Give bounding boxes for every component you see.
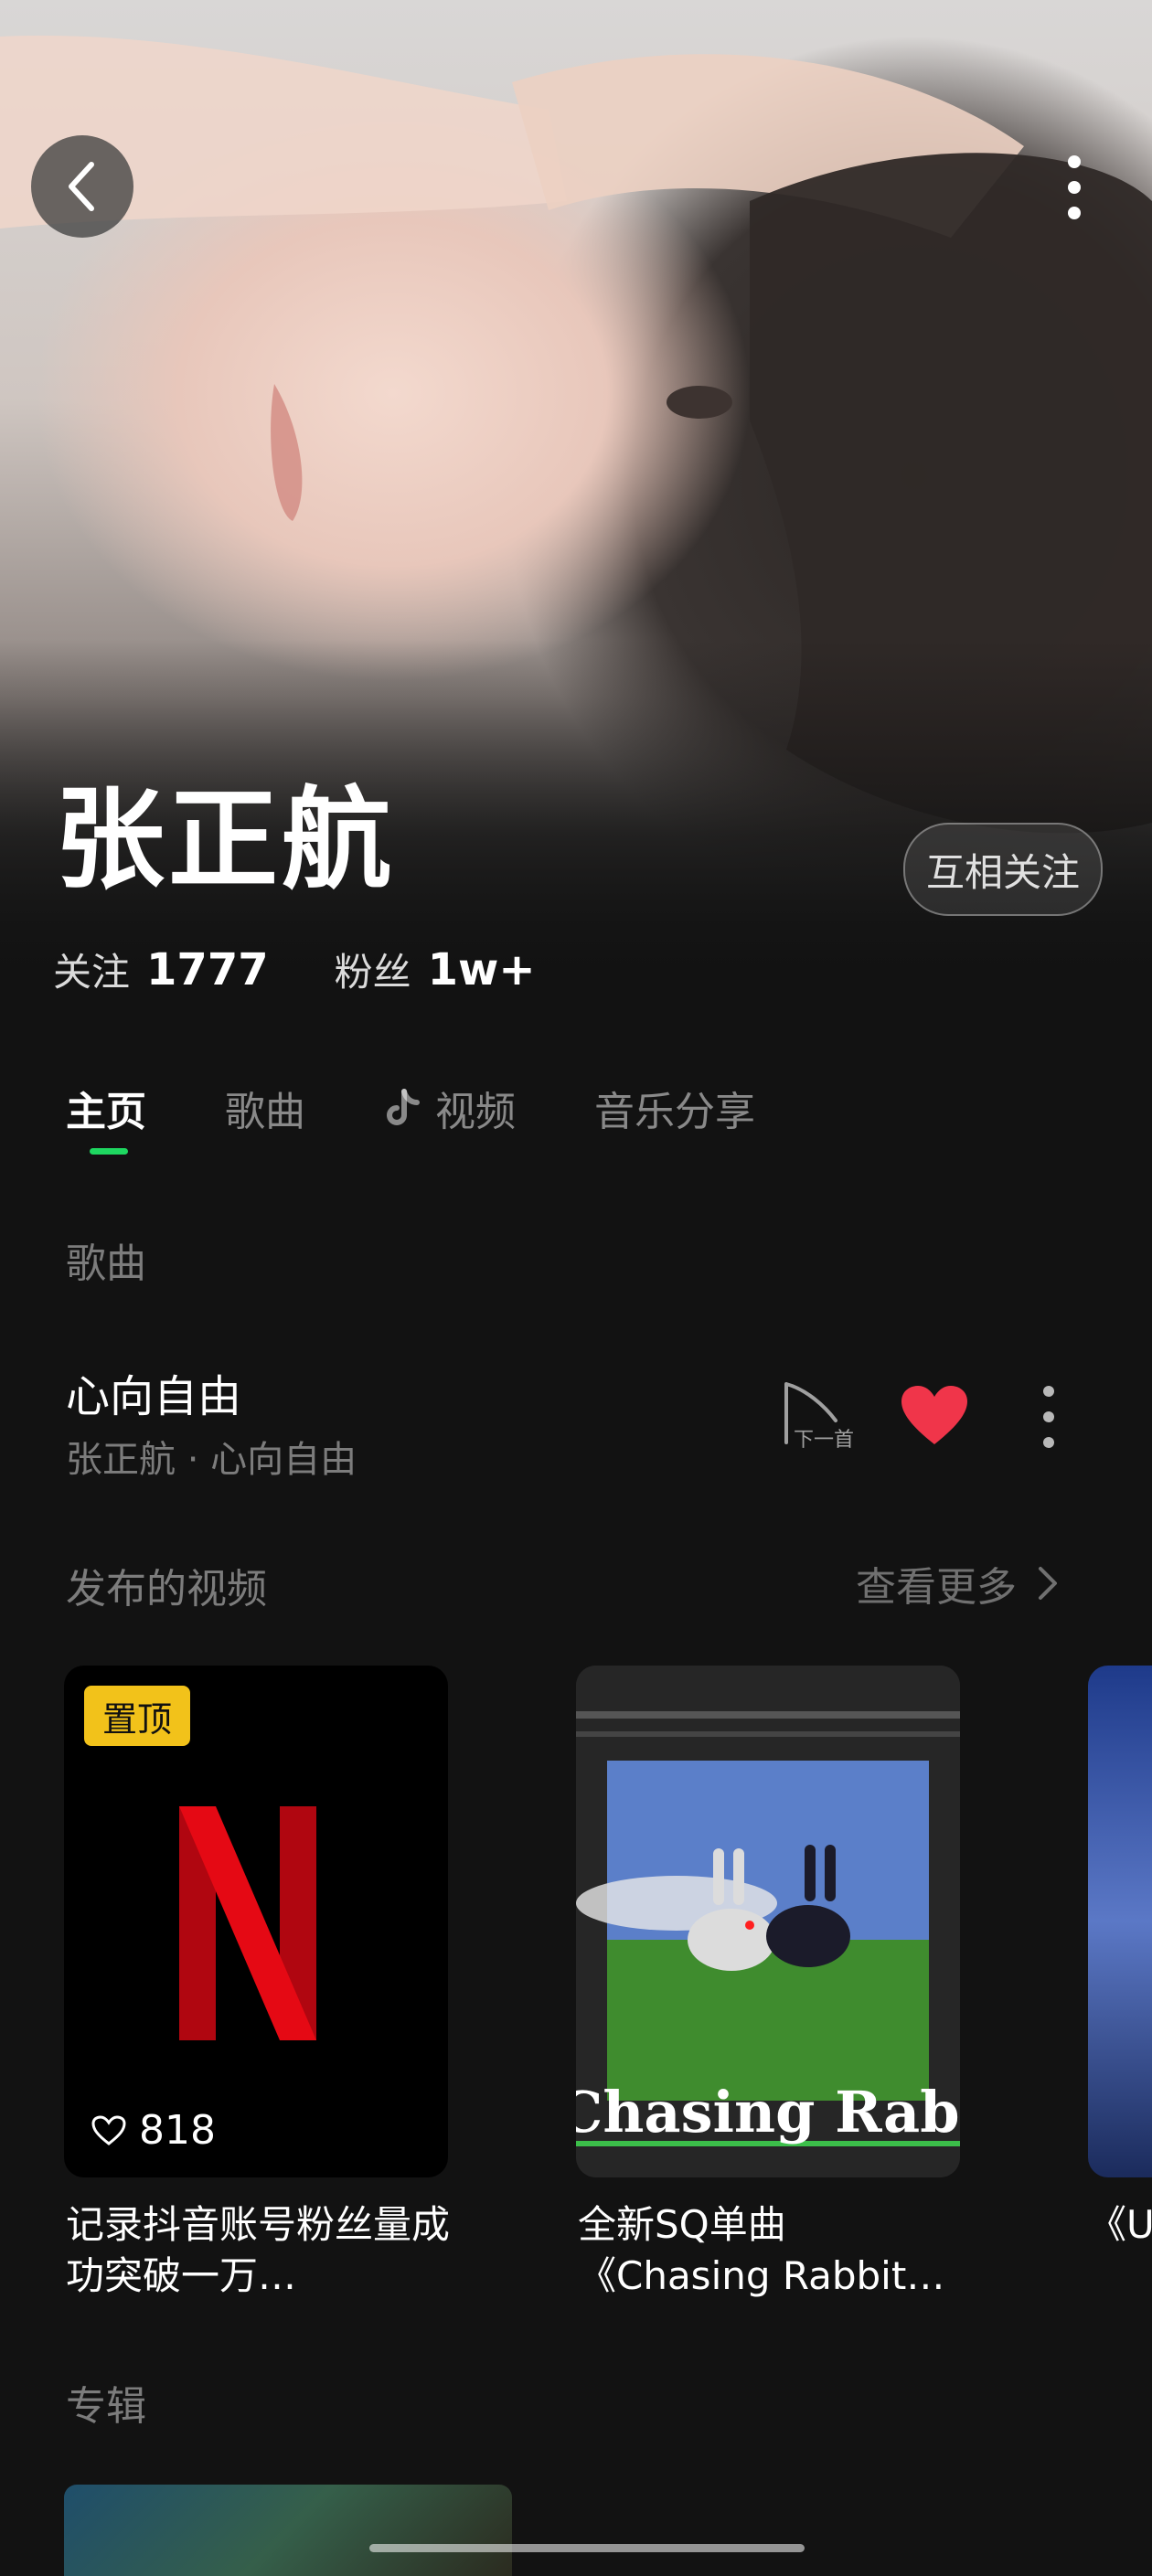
tab-music-share-label: 音乐分享 xyxy=(594,1089,755,1135)
see-more-label: 查看更多 xyxy=(856,1564,1017,1611)
heart-filled-icon[interactable] xyxy=(900,1384,969,1448)
song-subtitle: 张正航 · 心向自由 xyxy=(66,1439,357,1481)
active-tab-indicator xyxy=(90,1148,128,1155)
fans-count[interactable]: 1w+ xyxy=(428,944,536,995)
heart-outline-icon xyxy=(91,2114,126,2145)
chevron-right-icon xyxy=(1039,1567,1057,1600)
video-caption[interactable]: 全新SQ单曲《Chasing Rabbit… xyxy=(578,2199,962,2302)
albums-section-title: 专辑 xyxy=(66,2383,146,2430)
pinned-badge: 置顶 xyxy=(84,1686,190,1746)
album-cover[interactable] xyxy=(64,2485,512,2576)
video-card[interactable]: Chasing Rabbit xyxy=(576,1666,960,2177)
play-next-icon[interactable]: 下一首 xyxy=(779,1380,861,1453)
see-more-link[interactable]: 查看更多 xyxy=(856,1554,1061,1613)
tab-home[interactable]: 主页 xyxy=(66,1079,146,1155)
home-indicator[interactable] xyxy=(369,2544,805,2552)
song-row[interactable]: 心向自由 张正航 · 心向自由 下一首 xyxy=(66,1353,1099,1481)
profile-tabs: 主页 歌曲 视频 音乐分享 xyxy=(66,1079,834,1155)
following-label[interactable]: 关注 xyxy=(53,942,130,997)
tiktok-icon xyxy=(387,1089,420,1125)
more-options-button[interactable] xyxy=(1051,146,1097,229)
following-count[interactable]: 1777 xyxy=(146,944,269,995)
tab-videos-label: 视频 xyxy=(435,1089,516,1135)
tab-videos[interactable]: 视频 xyxy=(384,1079,516,1137)
video-caption[interactable]: 记录抖音账号粉丝量成功突破一万… xyxy=(66,2199,450,2302)
videos-section-title: 发布的视频 xyxy=(66,1566,267,1613)
tab-songs[interactable]: 歌曲 xyxy=(225,1079,305,1137)
tab-songs-label: 歌曲 xyxy=(225,1089,305,1135)
chevron-left-icon xyxy=(69,162,94,211)
artist-name: 张正航 xyxy=(55,777,395,904)
like-count: 818 xyxy=(139,2107,216,2154)
vertical-dots-icon xyxy=(1068,155,1081,219)
artist-stats: 关注 1777 粉丝 1w+ xyxy=(53,942,536,997)
video-card[interactable] xyxy=(1088,1666,1152,2177)
back-button[interactable] xyxy=(31,135,133,238)
fans-label[interactable]: 粉丝 xyxy=(335,942,411,997)
video-likes: 818 xyxy=(91,2107,216,2154)
songs-section-title: 歌曲 xyxy=(66,1240,146,1287)
video-card[interactable]: 置顶 818 xyxy=(64,1666,448,2177)
video-caption[interactable]: 《Ur xyxy=(1088,2199,1152,2251)
play-next-label: 下一首 xyxy=(794,1429,854,1452)
song-more-icon[interactable] xyxy=(1035,1380,1062,1453)
tab-music-share[interactable]: 音乐分享 xyxy=(594,1079,755,1137)
mutual-follow-button[interactable]: 互相关注 xyxy=(903,823,1103,916)
tab-home-label: 主页 xyxy=(66,1089,146,1135)
video-overlay-title: Chasing Rabbit xyxy=(576,2079,960,2145)
song-title: 心向自由 xyxy=(66,1371,242,1422)
